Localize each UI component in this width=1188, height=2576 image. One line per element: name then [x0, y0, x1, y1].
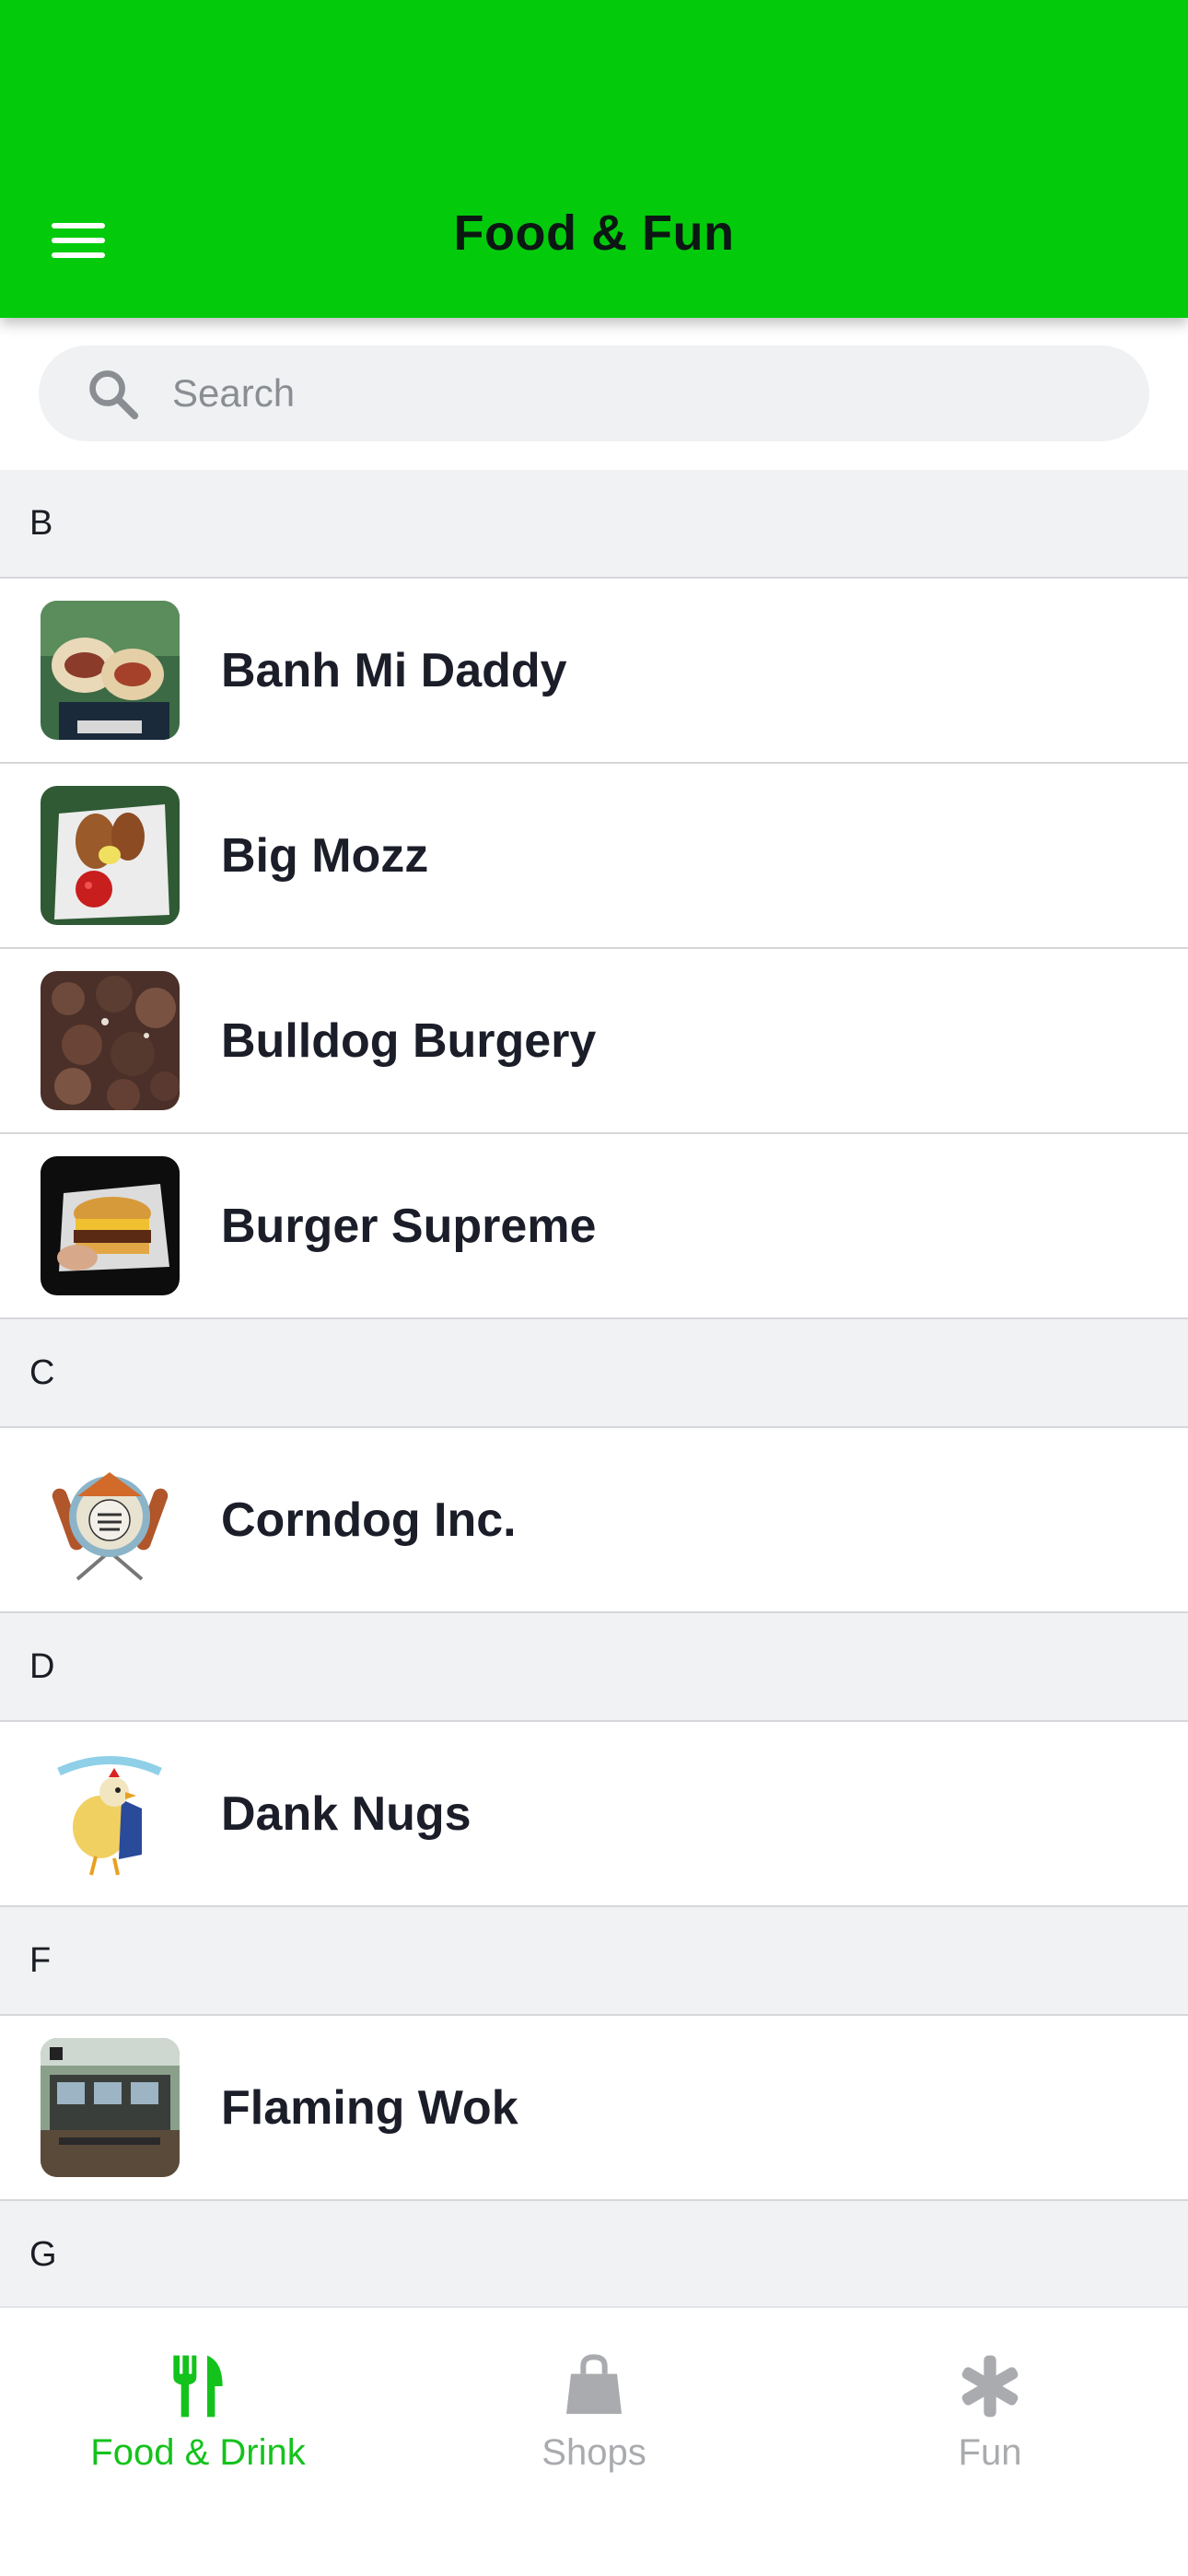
- app-header: Food & Fun: [0, 0, 1188, 318]
- list-item[interactable]: Big Mozz: [0, 764, 1188, 949]
- section-header-c: C: [0, 1319, 1188, 1428]
- search-input[interactable]: [172, 345, 1093, 441]
- restaurant-name: Dank Nugs: [221, 1786, 472, 1841]
- restaurant-name: Banh Mi Daddy: [221, 643, 567, 697]
- list-item[interactable]: Corndog Inc.: [0, 1428, 1188, 1613]
- list-item[interactable]: Bulldog Burgery: [0, 949, 1188, 1134]
- restaurant-name: Burger Supreme: [221, 1199, 597, 1253]
- corndog-inc-logo: [41, 1450, 180, 1589]
- tab-shops[interactable]: Shops: [396, 2308, 792, 2492]
- flaming-wok-thumbnail: [41, 2038, 180, 2177]
- list-item[interactable]: Flaming Wok: [0, 2016, 1188, 2201]
- fork-knife-icon: [173, 2355, 223, 2418]
- search-icon: [89, 370, 139, 420]
- search-container: [0, 318, 1188, 470]
- asterisk-icon: [961, 2355, 1019, 2418]
- tab-food-drink[interactable]: Food & Drink: [0, 2308, 396, 2492]
- dank-nugs-logo: [41, 1744, 180, 1883]
- section-header-g: G: [0, 2201, 1188, 2310]
- list-item[interactable]: Dank Nugs: [0, 1722, 1188, 1907]
- banh-mi-thumbnail: [41, 601, 180, 740]
- tab-fun[interactable]: Fun: [792, 2308, 1188, 2492]
- search-bar[interactable]: [39, 345, 1149, 441]
- page-title: Food & Fun: [453, 205, 735, 261]
- restaurant-name: Corndog Inc.: [221, 1493, 517, 1547]
- tab-label: Shops: [542, 2432, 646, 2473]
- restaurant-name: Big Mozz: [221, 828, 429, 883]
- tab-label: Food & Drink: [90, 2432, 306, 2473]
- section-header-d: D: [0, 1613, 1188, 1722]
- restaurant-name: Bulldog Burgery: [221, 1013, 597, 1068]
- restaurant-list: B Banh Mi Daddy Big Mozz Bulldog Burgery…: [0, 470, 1188, 2310]
- bottom-tab-bar: Food & Drink Shops Fun: [0, 2306, 1188, 2576]
- section-header-b: B: [0, 470, 1188, 579]
- bulldog-burgery-thumbnail: [41, 971, 180, 1110]
- app-screen: Food & Fun B: [0, 0, 1188, 2576]
- restaurant-name: Flaming Wok: [221, 2080, 518, 2135]
- list-item[interactable]: Banh Mi Daddy: [0, 579, 1188, 764]
- list-item[interactable]: Burger Supreme: [0, 1134, 1188, 1319]
- big-mozz-thumbnail: [41, 786, 180, 925]
- burger-supreme-thumbnail: [41, 1156, 180, 1295]
- tab-label: Fun: [958, 2432, 1022, 2473]
- shopping-bag-icon: [566, 2354, 622, 2414]
- section-header-f: F: [0, 1907, 1188, 2016]
